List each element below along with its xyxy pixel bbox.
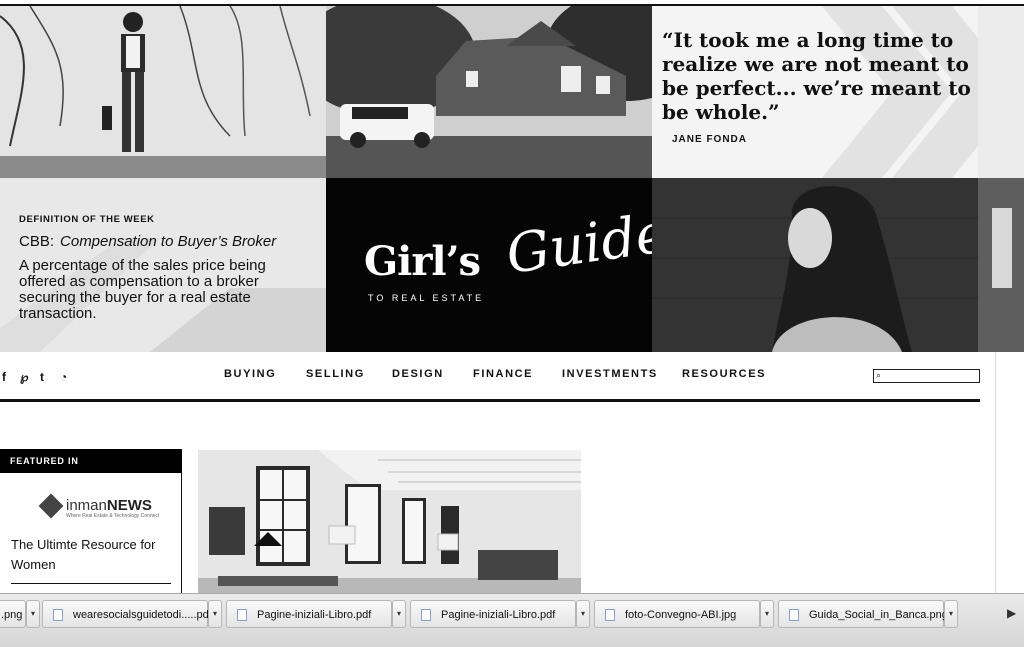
definition-term: CBB: Compensation to Buyer’s Broker: [19, 233, 276, 250]
article-image-art: [198, 450, 581, 598]
download-item[interactable]: wearesocialsguidetodi.....pdf: [42, 600, 212, 628]
nav-design[interactable]: DESIGN: [392, 368, 444, 380]
nav-finance[interactable]: FINANCE: [473, 368, 533, 380]
nav-divider: [0, 399, 980, 402]
chevron-down-icon[interactable]: ▾: [392, 600, 406, 628]
downloads-bar: .png ▾ wearesocialsguidetodi.....pdf ▾ P…: [0, 593, 1024, 647]
article-image-interior[interactable]: [198, 450, 581, 598]
download-filename: Guida_Social_in_Banca.png: [809, 609, 948, 621]
chevron-down-icon[interactable]: ▾: [208, 600, 222, 628]
photo-house-art: [326, 6, 652, 178]
download-filename: wearesocialsguidetodi.....pdf: [73, 609, 212, 621]
definition-kicker: DEFINITION OF THE WEEK: [19, 214, 155, 225]
quote-text: “It took me a long time to realize we ar…: [662, 28, 971, 124]
photo-smiling-woman-art: [652, 178, 1024, 352]
download-item[interactable]: Guida_Social_in_Banca.png: [778, 600, 948, 628]
chevron-down-icon[interactable]: ▾: [26, 600, 40, 628]
twitter-icon[interactable]: t: [40, 370, 44, 384]
photo-woman-standing: [0, 6, 326, 178]
logo-main-text: Girl’s: [364, 238, 481, 285]
file-icon: [237, 609, 247, 621]
photo-house: [326, 6, 652, 178]
download-filename: Pagine-iniziali-Libro.pdf: [257, 609, 372, 621]
nav-resources[interactable]: RESOURCES: [682, 368, 766, 380]
definition-term-title: Compensation to Buyer’s Broker: [60, 233, 277, 250]
download-item[interactable]: Pagine-iniziali-Libro.pdf: [410, 600, 576, 628]
photo-woman-standing-art: [0, 6, 326, 178]
download-item[interactable]: .png: [0, 600, 26, 628]
file-icon: [421, 609, 431, 621]
search-input[interactable]: [874, 376, 979, 388]
inman-brand: inmanNEWS: [66, 497, 152, 514]
logo-subtitle: TO REAL ESTATE: [368, 293, 485, 303]
chevron-down-icon[interactable]: ▾: [576, 600, 590, 628]
featured-divider: [11, 583, 171, 584]
nav-investments[interactable]: INVESTMENTS: [562, 368, 658, 380]
inman-cube-icon: [38, 493, 64, 519]
search-icon: ⌕: [876, 371, 882, 381]
chevron-down-icon[interactable]: ▾: [944, 600, 958, 628]
file-icon: [605, 609, 615, 621]
pinterest-icon[interactable]: ℘: [20, 370, 28, 384]
nav-buying[interactable]: BUYING: [224, 368, 276, 380]
quote-tile: “It took me a long time to realize we ar…: [652, 6, 1024, 178]
search-box[interactable]: ⌕: [873, 369, 980, 388]
facebook-icon[interactable]: f: [2, 370, 6, 384]
logo-script-text: Guide: [502, 201, 652, 286]
definition-abbr: CBB:: [19, 233, 55, 250]
download-filename: Pagine-iniziali-Libro.pdf: [441, 609, 556, 621]
featured-in-widget: FEATURED IN inmanNEWS Where Real Estate …: [0, 449, 182, 599]
scroll-right-icon[interactable]: ▶: [1007, 606, 1016, 620]
file-icon: [53, 609, 63, 621]
content-right-border: [995, 352, 996, 602]
rss-icon[interactable]: ◔: [60, 370, 67, 384]
site-logo[interactable]: Girl’s Guide TO REAL ESTATE: [326, 178, 652, 352]
definition-body: A percentage of the sales price being of…: [19, 257, 266, 322]
download-filename: foto-Convegno-ABI.jpg: [625, 609, 737, 621]
download-item[interactable]: Pagine-iniziali-Libro.pdf: [226, 600, 392, 628]
download-item[interactable]: foto-Convegno-ABI.jpg: [594, 600, 760, 628]
featured-heading: FEATURED IN: [0, 449, 182, 473]
inman-tagline: Where Real Estate & Technology Connect: [66, 513, 160, 519]
inman-brand-light: inman: [66, 497, 107, 514]
quote-author: JANE FONDA: [672, 134, 748, 145]
chevron-down-icon[interactable]: ▾: [760, 600, 774, 628]
inman-news-logo[interactable]: inmanNEWS Where Real Estate & Technology…: [38, 493, 170, 523]
featured-title[interactable]: The Ultimte Resource for Women: [11, 535, 161, 575]
file-icon: [789, 609, 799, 621]
definition-tile[interactable]: DEFINITION OF THE WEEK CBB: Compensation …: [0, 178, 326, 352]
inman-brand-bold: NEWS: [106, 497, 152, 514]
photo-smiling-woman: [652, 178, 1024, 352]
nav-selling[interactable]: SELLING: [306, 368, 365, 380]
download-filename: .png: [1, 609, 23, 621]
hero-banner: “It took me a long time to realize we ar…: [0, 4, 1024, 352]
